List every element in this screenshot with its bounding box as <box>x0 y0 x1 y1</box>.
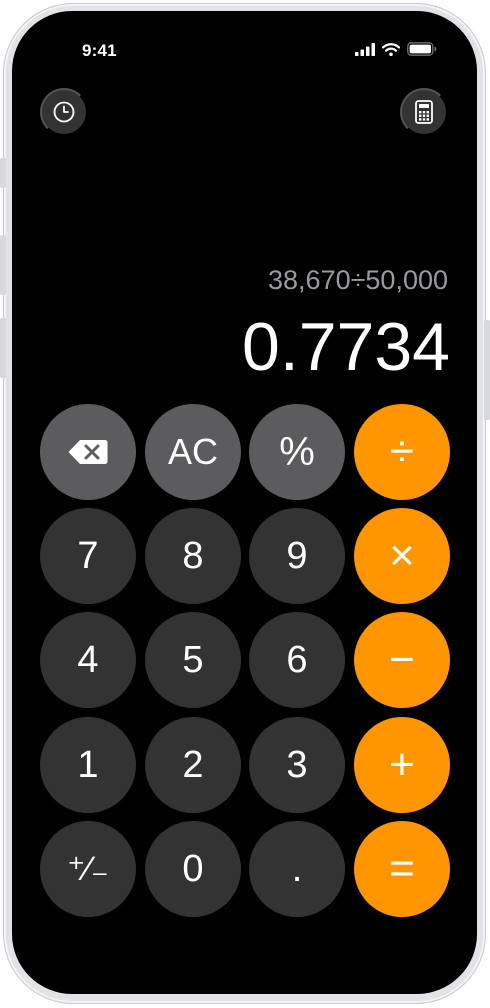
digit-0-label: 0 <box>182 848 204 890</box>
decimal-key[interactable]: . <box>249 821 345 917</box>
cellular-signal-icon <box>355 42 375 56</box>
delete-backward-icon <box>68 440 108 464</box>
status-icons <box>355 42 437 56</box>
digit-4-label: 4 <box>77 639 99 681</box>
digit-0-key[interactable]: 0 <box>145 821 241 917</box>
percent-key[interactable]: % <box>249 404 345 500</box>
digit-6-key[interactable]: 6 <box>249 612 345 708</box>
calculator-mode-button[interactable] <box>400 88 448 136</box>
digit-2-key[interactable]: 2 <box>145 717 241 813</box>
digit-8-key[interactable]: 8 <box>145 508 241 604</box>
history-button[interactable] <box>40 88 88 136</box>
result-display: 0.7734 <box>242 309 450 385</box>
action-button <box>0 158 6 188</box>
minus-key-label: − <box>389 635 415 684</box>
digit-8-label: 8 <box>182 535 204 577</box>
divide-key[interactable]: ÷ <box>354 404 450 500</box>
backspace-key[interactable] <box>40 404 136 500</box>
battery-icon <box>407 42 437 56</box>
minus-key[interactable]: − <box>354 612 450 708</box>
calculator-icon <box>415 100 433 124</box>
digit-7-label: 7 <box>77 535 99 577</box>
digit-5-label: 5 <box>182 639 204 681</box>
clock-icon <box>53 101 75 123</box>
digit-3-label: 3 <box>286 744 308 786</box>
digit-7-key[interactable]: 7 <box>40 508 136 604</box>
volume-up-button <box>0 235 6 295</box>
digit-2-label: 2 <box>182 744 204 786</box>
digit-5-key[interactable]: 5 <box>145 612 241 708</box>
decimal-key-label: . <box>291 848 303 890</box>
divide-key-label: ÷ <box>389 427 415 476</box>
status-time: 9:41 <box>82 41 117 60</box>
percent-key-label: % <box>279 430 315 474</box>
volume-down-button <box>0 318 6 378</box>
clear-key[interactable]: AC <box>145 404 241 500</box>
wifi-icon <box>382 42 400 56</box>
side-button <box>484 320 490 420</box>
digit-9-label: 9 <box>286 535 308 577</box>
clear-key-label: AC <box>167 431 218 472</box>
multiply-key-label: × <box>389 531 415 580</box>
equals-key[interactable]: = <box>354 821 450 917</box>
digit-1-label: 1 <box>77 744 99 786</box>
digit-3-key[interactable]: 3 <box>249 717 345 813</box>
digit-6-label: 6 <box>286 639 308 681</box>
sign-toggle-key[interactable]: ⁺∕₋ <box>40 821 136 917</box>
calculator-screen: 9:41 38,670÷50,000 0.7734 AC % ÷ 7 8 9 ×… <box>12 11 477 994</box>
sign-toggle-label: ⁺∕₋ <box>67 850 109 888</box>
digit-9-key[interactable]: 9 <box>249 508 345 604</box>
equals-key-label: = <box>389 844 415 893</box>
multiply-key[interactable]: × <box>354 508 450 604</box>
expression-display: 38,670÷50,000 <box>268 265 448 295</box>
digit-4-key[interactable]: 4 <box>40 612 136 708</box>
plus-key[interactable]: + <box>354 717 450 813</box>
plus-key-label: + <box>389 740 415 789</box>
digit-1-key[interactable]: 1 <box>40 717 136 813</box>
